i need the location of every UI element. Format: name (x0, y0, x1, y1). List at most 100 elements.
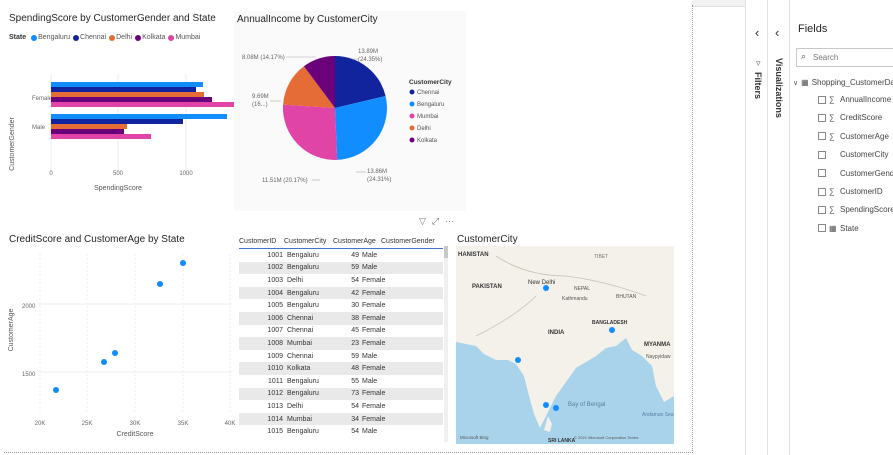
table-row[interactable]: 1011 Bengaluru 55 Male (239, 375, 443, 388)
cell-customerage: 54 (351, 402, 359, 410)
table-row[interactable]: 1010 Kolkata 48 Female (239, 362, 443, 375)
table-row[interactable]: 1005 Bengaluru 30 Female (239, 299, 443, 312)
bar-ylabel-female: Female (32, 96, 53, 102)
field-item-spendingscore[interactable]: ∑ SpendingScore (818, 205, 893, 214)
scatter-point (53, 387, 59, 393)
more-options-icon[interactable]: ··· (445, 216, 454, 227)
table-row[interactable]: 1003 Delhi 54 Female (239, 274, 443, 287)
col-header-customerid[interactable]: CustomerID (239, 238, 284, 245)
fields-table-node[interactable]: ∨ ▦ Shopping_CustomerData (793, 78, 893, 87)
legend-item-bengaluru[interactable]: Bengaluru (31, 34, 70, 41)
field-checkbox[interactable] (818, 150, 826, 159)
field-item-customerid[interactable]: ∑ CustomerID (818, 187, 883, 196)
scatter-point (157, 281, 163, 287)
table-row[interactable]: 1014 Mumbai 34 Female (239, 412, 443, 426)
table-row[interactable]: 1004 Bengaluru 42 Female (239, 286, 443, 300)
visualizations-pane-collapsed[interactable]: ‹ Visualizations (767, 0, 790, 455)
field-item-customerage[interactable]: ∑ CustomerAge (818, 132, 889, 141)
field-checkbox[interactable] (818, 132, 826, 141)
field-item-annualincome[interactable]: ∑ AnnualIncome (818, 95, 891, 104)
map-label-bay: Bay of Bengal (568, 402, 605, 408)
customer-table[interactable]: CustomerID CustomerCity CustomerAge Cust… (239, 234, 443, 438)
bar-male-bengaluru (51, 114, 227, 119)
filters-pane-collapsed[interactable]: ‹ ▿ Filters (745, 0, 768, 455)
legend-item-chennai[interactable]: Chennai (73, 34, 106, 41)
bar-female-mumbai (51, 102, 234, 107)
pie-legend-bengaluru: Bengaluru (417, 102, 444, 108)
table-scrollbar[interactable] (444, 246, 448, 442)
table-row[interactable]: 1001 Bengaluru 49 Male (239, 249, 443, 262)
visualizations-pane-label[interactable]: Visualizations (774, 58, 784, 118)
cell-customercity: Chennai (287, 352, 314, 360)
sigma-icon: ∑ (829, 205, 835, 215)
map-point-mumbai (515, 357, 521, 363)
field-checkbox[interactable] (818, 187, 826, 196)
field-item-customergender[interactable]: CustomerGender (818, 169, 893, 178)
chevron-down-icon[interactable]: ∨ (793, 79, 798, 87)
cell-customergender: Male (362, 428, 378, 436)
filter-icon[interactable]: ▽ (419, 216, 426, 227)
cell-customercity: Bengaluru (287, 289, 319, 297)
fields-search-box[interactable]: ⌕ (796, 48, 893, 67)
map-title: CustomerCity (457, 234, 518, 245)
pie-chart-plot[interactable]: 8.08M (14.17%) 13.89M (24.35%) 9.69M (16… (234, 24, 466, 204)
field-item-state[interactable]: ▦ State (818, 224, 859, 233)
table-row[interactable]: 1002 Bengaluru 59 Male (239, 261, 443, 275)
cell-customercity: Delhi (287, 402, 303, 410)
table-row[interactable]: 1013 Delhi 54 Female (239, 400, 443, 413)
col-header-customercity[interactable]: CustomerCity (284, 238, 333, 245)
scatter-xtick-20k: 20K (35, 421, 46, 427)
map-point-bengaluru (543, 402, 549, 408)
table-row[interactable]: 1015 Bengaluru 54 Male (239, 425, 443, 438)
cell-customerid: 1009 (267, 352, 283, 360)
bar-chart-plot[interactable]: CustomerGender Female Male 0 500 1000 Sp… (0, 44, 240, 204)
cell-customergender: Male (362, 251, 378, 259)
focus-mode-icon[interactable]: ⤢ (432, 216, 439, 227)
field-label: SpendingScore (840, 205, 893, 215)
cell-customerage: 48 (351, 365, 359, 373)
map-label-nepal: NEPAL (574, 286, 590, 292)
field-item-creditscore[interactable]: ∑ CreditScore (818, 113, 882, 122)
bar-xtick-500: 500 (113, 171, 124, 177)
field-item-customercity[interactable]: CustomerCity (818, 150, 888, 159)
table-icon: ▦ (801, 78, 809, 87)
map-point-chennai (553, 405, 559, 411)
table-row[interactable]: 1009 Chennai 59 Male (239, 350, 443, 363)
viz-collapse-chevron[interactable]: ‹ (775, 25, 779, 40)
cell-customerid: 1001 (267, 251, 283, 259)
field-label: CustomerCity (840, 150, 889, 160)
cell-customercity: Bengaluru (287, 251, 319, 259)
pie-label-kolkata: 8.08M (14.17%) (242, 55, 285, 61)
table-row[interactable]: 1007 Chennai 45 Female (239, 325, 443, 338)
table-row[interactable]: 1012 Bengaluru 73 Female (239, 387, 443, 401)
filters-pane-label[interactable]: Filters (753, 72, 763, 99)
legend-item-mumbai[interactable]: Mumbai (168, 34, 200, 41)
cell-customerage: 42 (351, 289, 359, 297)
scatter-xtick-30k: 30K (130, 421, 141, 427)
field-label: CreditScore (840, 113, 883, 123)
col-header-customerage[interactable]: CustomerAge (333, 238, 381, 245)
cell-customergender: Female (362, 302, 386, 310)
cell-customerage: 54 (351, 428, 359, 436)
col-header-customergender[interactable]: CustomerGender (381, 238, 439, 245)
pie-label-bengaluru-value: 13.86M (367, 169, 387, 175)
scatter-chart-plot[interactable]: CustomerAge 2000 1500 20K 25K 30K 35K 40… (0, 244, 238, 444)
legend-item-kolkata[interactable]: Kolkata (135, 34, 165, 41)
cell-customerid: 1012 (267, 390, 283, 398)
table-row[interactable]: 1006 Chennai 38 Female (239, 311, 443, 325)
fields-search-input[interactable] (811, 50, 893, 65)
filters-collapse-chevron[interactable]: ‹ (755, 25, 759, 40)
field-checkbox[interactable] (818, 205, 826, 214)
field-checkbox[interactable] (818, 224, 826, 233)
bar-female-bengaluru (51, 82, 203, 87)
pie-label-mumbai: 11.51M (20.17%) (262, 178, 308, 184)
cell-customergender: Female (362, 339, 386, 347)
field-checkbox[interactable] (818, 113, 826, 122)
field-checkbox[interactable] (818, 169, 826, 178)
field-checkbox[interactable] (818, 95, 826, 104)
report-canvas: SpendingScore by CustomerGender and Stat… (0, 0, 693, 455)
cell-customercity: Bengaluru (287, 428, 319, 436)
map-visual[interactable]: HANISTAN TIBET PAKISTAN New Delhi NEPAL … (456, 246, 674, 444)
table-row[interactable]: 1008 Mumbai 23 Female (239, 337, 443, 350)
legend-item-delhi[interactable]: Delhi (109, 34, 132, 41)
